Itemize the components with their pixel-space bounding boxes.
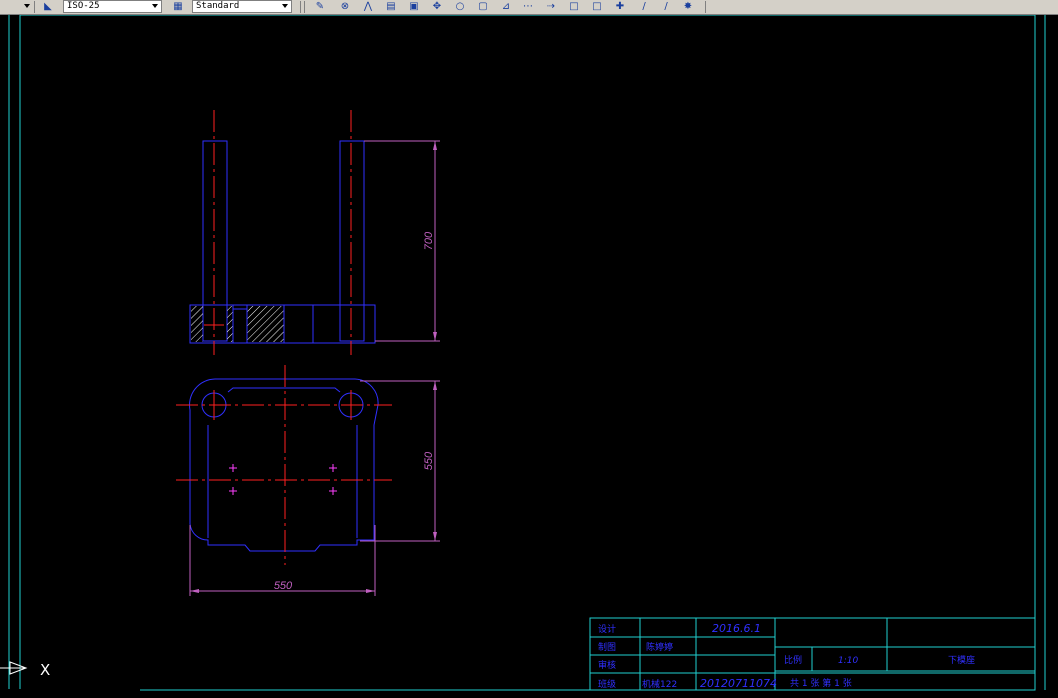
right-post — [339, 140, 365, 342]
dimension-550-horizontal: 550 — [274, 580, 293, 592]
chevron-down-icon[interactable] — [282, 4, 288, 8]
class-value: 机械122 — [642, 678, 677, 690]
link-icon[interactable]: ⊗ — [339, 1, 351, 12]
front-view — [189, 110, 440, 355]
drawn-label: 制图 — [598, 641, 616, 653]
ucs-x-label: X — [40, 661, 50, 679]
hatch-area — [227, 306, 233, 342]
drawing-canvas[interactable]: 700 550 550 设计 2016.6.1 制图 陈婷婷 审核 班级 机械1… — [0, 14, 1058, 694]
separator — [705, 1, 706, 13]
part-name: 下模座 — [948, 654, 975, 666]
copy-icon[interactable]: ▤ — [385, 1, 397, 12]
sheet-border-inner — [19, 14, 1036, 691]
explode-icon[interactable]: ✸ — [682, 1, 694, 12]
chevron-down-icon[interactable] — [24, 4, 30, 8]
join-icon[interactable]: □ — [591, 1, 603, 12]
dimstyle-dropdown[interactable]: ISO-25 — [63, 0, 162, 13]
scale-icon[interactable]: ▢ — [477, 1, 489, 12]
sheet-info: 共 1 张 第 1 张 — [790, 677, 852, 689]
hatch-area — [191, 306, 203, 342]
ucs-icon — [0, 661, 28, 675]
drawn-name: 陈婷婷 — [646, 641, 673, 653]
scale-label: 比例 — [784, 654, 802, 666]
top-view — [176, 365, 440, 596]
separator — [304, 1, 305, 13]
break-icon[interactable]: □ — [568, 1, 580, 12]
extend-icon[interactable]: ⇢ — [545, 1, 557, 12]
separator — [34, 1, 35, 13]
dimension-550-vertical: 550 — [423, 451, 435, 470]
scale-value: 1:10 — [838, 656, 858, 666]
check-label: 审核 — [598, 659, 616, 671]
design-label: 设计 — [598, 623, 616, 635]
design-date: 2016.6.1 — [712, 622, 761, 635]
explode-icon[interactable]: / — [660, 1, 672, 12]
array-icon[interactable]: ▣ — [408, 1, 420, 12]
student-id: 20120711074 — [700, 677, 777, 690]
dimension-700: 700 — [423, 231, 435, 250]
tablestyle-value: Standard — [196, 1, 240, 11]
drawing-svg: 700 550 550 设计 2016.6.1 制图 陈婷婷 审核 班级 机械1… — [0, 14, 1046, 691]
move-icon[interactable]: ✥ — [431, 1, 443, 12]
pencil-icon[interactable]: ✎ — [314, 1, 326, 12]
left-post — [202, 140, 228, 342]
dimstyle-value: ISO-25 — [67, 1, 100, 11]
rotate-icon[interactable]: ○ — [454, 1, 466, 12]
dim-style-icon[interactable]: ◣ — [42, 1, 54, 12]
mirror-icon[interactable]: ⋀ — [362, 1, 374, 12]
tablestyle-dropdown[interactable]: Standard — [192, 0, 292, 13]
chevron-down-icon[interactable] — [152, 4, 158, 8]
fillet-icon[interactable]: / — [638, 1, 650, 12]
trim-icon[interactable]: ⋯ — [522, 1, 534, 12]
separator — [300, 1, 301, 13]
chamfer-icon[interactable]: ✚ — [614, 1, 626, 12]
stretch-icon[interactable]: ⊿ — [500, 1, 512, 12]
table-style-icon[interactable]: ▦ — [172, 1, 184, 12]
hatch-area — [247, 306, 284, 342]
command-line-fragment — [0, 689, 140, 694]
modify-toolbar: ◣ ISO-25 ▦ Standard ✎ ⊗ ⋀ ▤ ▣ ✥ ○ ▢ ⊿ ⋯ … — [0, 0, 1058, 15]
class-label: 班级 — [598, 678, 616, 690]
